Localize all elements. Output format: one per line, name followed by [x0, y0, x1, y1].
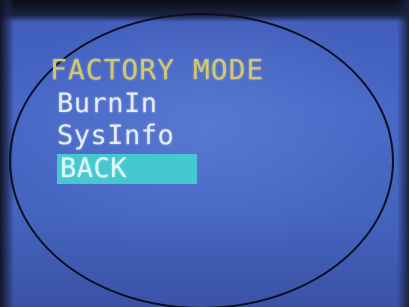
menu-item-sysinfo[interactable]: SysInfo — [57, 121, 174, 151]
tv-screen: FACTORY MODE BurnIn SysInfo BACK — [0, 0, 409, 307]
monitor-bezel-right — [397, 0, 409, 307]
factory-mode-title: FACTORY MODE — [50, 53, 265, 86]
menu-item-back[interactable]: BACK — [57, 154, 197, 184]
menu-item-burnin[interactable]: BurnIn — [57, 89, 158, 119]
